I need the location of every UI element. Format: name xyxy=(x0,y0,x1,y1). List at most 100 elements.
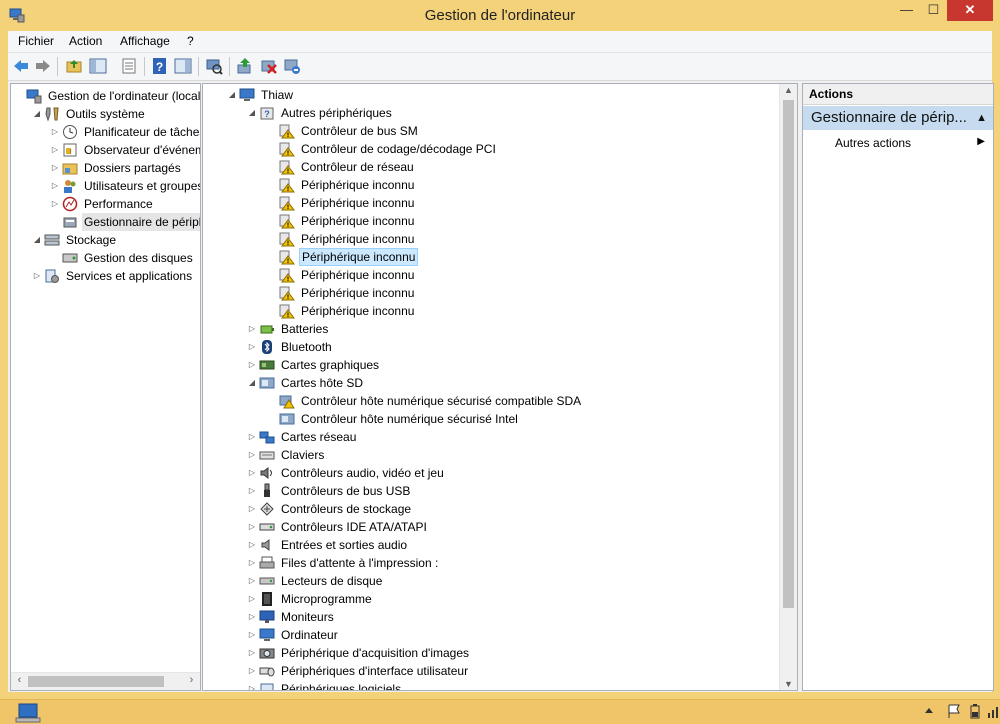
tray-battery-icon[interactable] xyxy=(968,703,982,719)
actions-section-device-manager[interactable]: Gestionnaire de périp... ▲ xyxy=(803,106,993,130)
expand-arrow-icon[interactable]: ▷ xyxy=(247,680,257,690)
scrollbar-thumb[interactable] xyxy=(28,676,164,687)
disk-icon xyxy=(62,253,78,263)
show-hide-tree-icon[interactable] xyxy=(89,57,107,75)
update-driver-icon[interactable] xyxy=(236,57,254,75)
menu-help[interactable]: ? xyxy=(187,34,194,48)
expand-arrow-icon[interactable]: ▷ xyxy=(247,482,257,500)
vertical-scrollbar[interactable]: ▲ ▼ xyxy=(779,84,797,690)
toolbar-separator xyxy=(198,57,199,76)
expand-arrow-icon[interactable]: ▷ xyxy=(32,267,42,285)
collapse-arrow-icon[interactable]: ◢ xyxy=(32,231,42,249)
up-folder-icon[interactable] xyxy=(65,57,83,75)
device-tree-label: Contrôleur de bus SM xyxy=(301,124,418,138)
usb-icon xyxy=(264,483,270,497)
software-device-icon xyxy=(260,683,274,690)
console-tree-pane[interactable]: Gestion de l'ordinateur (local) ◢ Outils s… xyxy=(10,83,201,691)
scan-hardware-icon[interactable] xyxy=(205,57,223,75)
expand-arrow-icon[interactable]: ▷ xyxy=(247,356,257,374)
collapse-arrow-icon[interactable]: ◢ xyxy=(247,104,257,122)
device-tree-label: Périphérique inconnu xyxy=(301,214,415,228)
device-tree-label: Périphérique inconnu xyxy=(301,178,415,192)
back-arrow-icon[interactable] xyxy=(12,57,30,75)
title-bar[interactable]: Gestion de l'ordinateur — ☐ ✕ xyxy=(0,0,1000,31)
expand-arrow-icon[interactable]: ▷ xyxy=(247,626,257,644)
computer-management-taskbar-icon[interactable] xyxy=(14,703,44,723)
expand-arrow-icon[interactable]: ▷ xyxy=(247,320,257,338)
computer-management-icon xyxy=(26,89,42,104)
expand-arrow-icon[interactable]: ▷ xyxy=(247,446,257,464)
forward-arrow-icon[interactable] xyxy=(34,57,52,75)
expand-arrow-icon[interactable]: ▷ xyxy=(50,159,60,177)
warning-device-icon xyxy=(279,142,295,157)
tray-flag-icon[interactable] xyxy=(946,703,962,719)
show-hide-action-pane-icon[interactable] xyxy=(174,57,192,75)
menu-fichier[interactable]: Fichier xyxy=(18,34,54,48)
warning-device-icon xyxy=(279,214,295,229)
scroll-left-arrow[interactable]: ‹ xyxy=(11,674,28,686)
more-actions-label: Autres actions xyxy=(835,136,912,150)
actions-section-label: Gestionnaire de périp... xyxy=(811,109,967,126)
horizontal-scrollbar[interactable]: ‹ › xyxy=(11,672,200,690)
scroll-down-arrow[interactable]: ▼ xyxy=(780,679,797,689)
device-tree-label: Contrôleurs IDE ATA/ATAPI xyxy=(281,520,427,534)
expand-arrow-icon[interactable]: ▷ xyxy=(50,123,60,141)
expand-arrow-icon[interactable]: ▷ xyxy=(50,177,60,195)
scroll-right-arrow[interactable]: › xyxy=(183,674,200,686)
collapse-arrow-icon[interactable]: ◢ xyxy=(247,374,257,392)
expand-arrow-icon[interactable]: ▷ xyxy=(247,608,257,626)
menu-affichage[interactable]: Affichage xyxy=(120,34,170,48)
tray-network-icon[interactable] xyxy=(986,703,1000,719)
console-tree-label: Planificateur de tâches xyxy=(84,125,201,139)
expand-arrow-icon[interactable]: ▷ xyxy=(247,536,257,554)
properties-icon[interactable] xyxy=(120,57,138,75)
hid-icon xyxy=(259,667,275,677)
device-tree-label: Périphériques d'interface utilisateur xyxy=(281,664,469,678)
device-tree-label: Périphérique inconnu xyxy=(299,248,419,266)
device-tree-label: Ordinateur xyxy=(281,628,338,642)
collapse-arrow-icon[interactable]: ◢ xyxy=(227,86,237,104)
expand-arrow-icon[interactable]: ▷ xyxy=(247,572,257,590)
tools-icon xyxy=(45,107,59,122)
scrollbar-thumb[interactable] xyxy=(783,100,794,608)
warning-device-icon xyxy=(279,286,295,301)
device-tree-label: Périphérique inconnu xyxy=(301,304,415,318)
more-actions-item[interactable]: Autres actions ▶ xyxy=(835,136,985,150)
ide-icon xyxy=(259,523,275,531)
scroll-up-arrow[interactable]: ▲ xyxy=(780,85,797,95)
collapse-triangle-icon[interactable]: ▲ xyxy=(976,106,987,130)
device-tree-label: Contrôleur de réseau xyxy=(301,160,414,174)
expand-arrow-icon[interactable]: ▷ xyxy=(247,518,257,536)
device-tree-label: Autres périphériques xyxy=(281,106,392,120)
maximize-button[interactable]: ☐ xyxy=(920,0,947,21)
expand-arrow-icon[interactable]: ▷ xyxy=(247,500,257,518)
minimize-button[interactable]: — xyxy=(893,0,920,21)
expand-arrow-icon[interactable]: ▷ xyxy=(247,428,257,446)
device-tree-label: Lecteurs de disque xyxy=(281,574,383,588)
expand-arrow-icon[interactable]: ▷ xyxy=(247,464,257,482)
device-manager-pane[interactable]: ◢ Thiaw ◢? Autres périphériques Contrôleur d… xyxy=(202,83,798,691)
close-button[interactable]: ✕ xyxy=(947,0,993,21)
window-title: Gestion de l'ordinateur xyxy=(424,7,576,24)
device-tree-label: Batteries xyxy=(281,322,329,336)
computer-icon xyxy=(239,88,255,101)
uninstall-device-icon[interactable] xyxy=(283,57,301,75)
collapse-arrow-icon[interactable]: ◢ xyxy=(32,105,42,123)
device-tree-label: Contrôleur de codage/décodage PCI xyxy=(301,142,496,156)
expand-arrow-icon[interactable]: ▷ xyxy=(247,644,257,662)
device-tree-label: Microprogramme xyxy=(281,592,372,606)
clock-icon xyxy=(63,125,77,139)
help-icon[interactable]: ? xyxy=(151,57,169,75)
expand-arrow-icon[interactable]: ▷ xyxy=(247,662,257,680)
menu-action[interactable]: Action xyxy=(69,34,102,48)
console-tree-label: Utilisateurs et groupes l xyxy=(84,179,201,193)
disable-device-icon[interactable] xyxy=(260,57,278,75)
tray-arrow-icon[interactable] xyxy=(922,703,936,719)
disk-drive-icon xyxy=(259,577,275,585)
expand-arrow-icon[interactable]: ▷ xyxy=(50,195,60,213)
expand-arrow-icon[interactable]: ▷ xyxy=(247,554,257,572)
expand-arrow-icon[interactable]: ▷ xyxy=(247,338,257,356)
expand-arrow-icon[interactable]: ▷ xyxy=(247,590,257,608)
expand-arrow-icon[interactable]: ▷ xyxy=(50,141,60,159)
device-tree-label: Périphérique inconnu xyxy=(301,196,415,210)
